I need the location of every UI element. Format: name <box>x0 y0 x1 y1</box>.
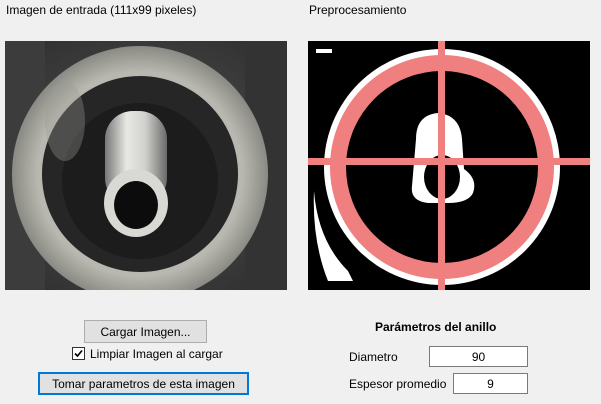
thickness-field[interactable] <box>453 373 528 394</box>
diameter-label: Diametro <box>349 350 398 364</box>
input-image <box>5 41 287 302</box>
diameter-field[interactable] <box>429 346 528 367</box>
clear-image-checkbox[interactable] <box>72 347 85 360</box>
thickness-label: Espesor promedio <box>349 377 447 391</box>
clear-image-label[interactable]: Limpiar Imagen al cargar <box>90 347 223 361</box>
crosshair-horizontal <box>308 158 590 165</box>
checkmark-icon <box>74 349 83 358</box>
load-image-button[interactable]: Cargar Imagen... <box>84 320 207 343</box>
crosshair-vertical <box>438 41 445 290</box>
preprocess-title: Preprocesamiento <box>309 3 407 17</box>
preprocessed-image <box>308 41 590 290</box>
ring-params-title: Parámetros del anillo <box>375 320 497 334</box>
input-image-panel <box>5 41 287 302</box>
take-params-button[interactable]: Tomar parametros de esta imagen <box>38 372 249 395</box>
preprocessed-image-panel <box>308 41 590 290</box>
input-image-title: Imagen de entrada (111x99 pixeles) <box>6 3 197 17</box>
